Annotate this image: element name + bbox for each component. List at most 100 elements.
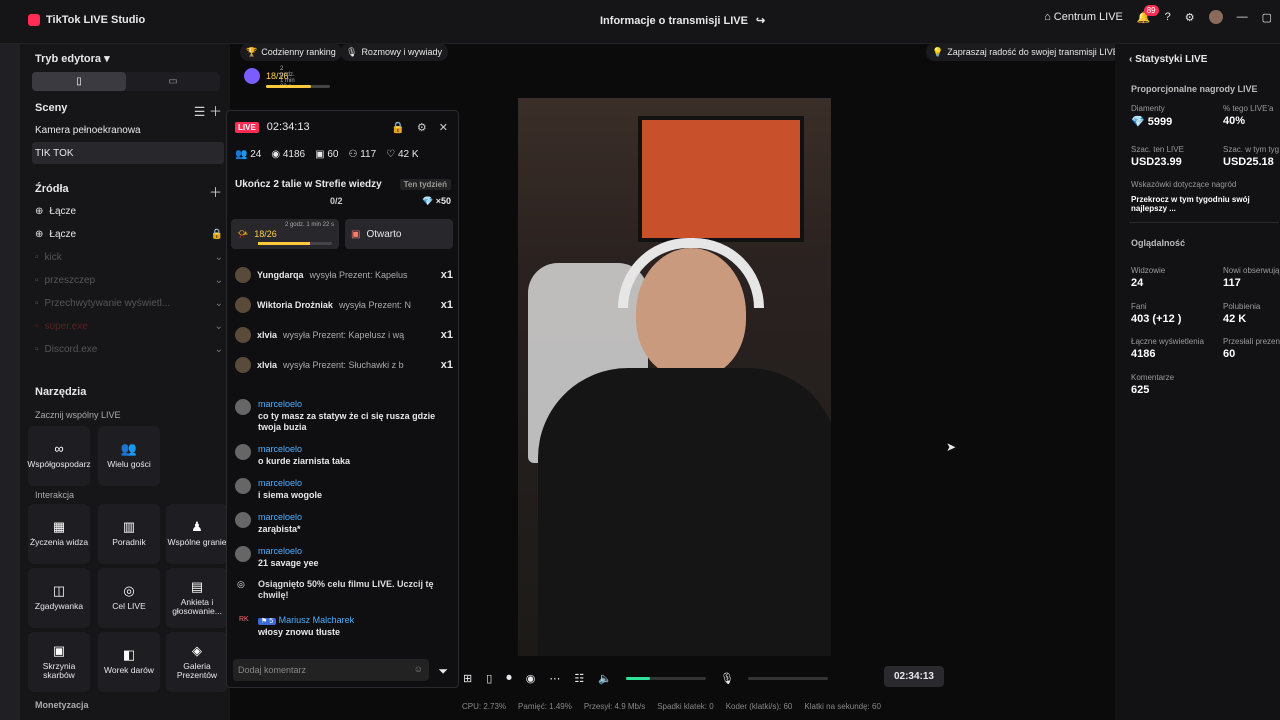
scene-item[interactable]: Kamera pełnoekranowa: [32, 119, 224, 141]
tool-wishes[interactable]: ▦ Życzenia widza: [28, 504, 90, 564]
tool-play[interactable]: ♟ Wspólne granie: [166, 504, 228, 564]
source-item[interactable]: ▫ przeszczep ⌄: [35, 275, 223, 286]
horn-icon: 📯: [237, 228, 249, 239]
phone-icon[interactable]: ▯: [486, 672, 492, 685]
avatar: [235, 297, 251, 313]
close-icon[interactable]: ✕: [439, 121, 448, 134]
mic-icon[interactable]: 🎙: [720, 672, 734, 685]
source-item[interactable]: ▫ Discord.exe ⌄: [35, 344, 223, 355]
maximize-button[interactable]: ▢: [1262, 11, 1272, 24]
stats-title[interactable]: ‹ Statystyki LIVE: [1129, 54, 1207, 65]
multi-guest-button[interactable]: 👥 Wielu gości: [98, 426, 160, 486]
filter-icon[interactable]: ⏷: [438, 664, 448, 679]
top-progress[interactable]: 18/26 2 godz. 1 min 22 s: [244, 66, 330, 90]
landscape-icon[interactable]: ▭: [126, 72, 220, 91]
stream-timer: 02:34:13: [883, 666, 944, 687]
cohost-button[interactable]: ∞ Współgospodarz: [27, 426, 91, 486]
source-item[interactable]: ▫ Przechwytywanie wyświetl... ⌄: [35, 298, 223, 309]
level-badge: ⚑ 5: [258, 618, 277, 625]
tv-screen: [638, 116, 804, 242]
gear-icon[interactable]: ⚙: [1185, 11, 1195, 24]
app-title: TikTok LIVE Studio: [28, 14, 145, 26]
scenes-title: Sceny: [35, 102, 68, 114]
talks-chip[interactable]: 🎙 Rozmowy i wywiady: [340, 43, 448, 61]
share-icon[interactable]: ↪: [756, 14, 765, 27]
source-item[interactable]: ▫ super.exe ⌄: [35, 321, 223, 332]
bell-icon[interactable]: 🔔 89: [1137, 4, 1159, 24]
invite-chip[interactable]: 💡 Zapraszaj radość do swojej transmisji L…: [926, 43, 1125, 61]
chevron-down-icon[interactable]: ⌄: [215, 321, 223, 332]
source-item[interactable]: ⊕ Łącze: [35, 206, 223, 217]
left-sidebar: Tryb edytora ▾ ▯ ▭ Sceny ☰ ＋ Kamera pełno…: [20, 44, 230, 720]
stream-info[interactable]: Informacje o transmisji LIVE ↪: [600, 14, 765, 28]
volume-level: [625, 676, 650, 680]
tiktok-logo-icon: [28, 14, 40, 26]
weekly-goal[interactable]: Ukończ 2 talie w Strefie wiedzy Ten tydz…: [235, 179, 451, 206]
editor-mode[interactable]: Tryb edytora ▾: [35, 52, 110, 65]
emoji-icon[interactable]: ☺: [414, 664, 423, 674]
reward-value: 💎 ×50: [422, 196, 451, 206]
speaker-icon[interactable]: 🔈: [598, 672, 612, 685]
wish-icon: ▦: [52, 519, 66, 535]
live-timer: 02:34:13: [266, 121, 310, 133]
gift-row: xlvia wysyła Prezent: Słuchawki z b x1: [235, 353, 453, 377]
gear-icon[interactable]: ⚙: [417, 121, 427, 134]
screen-icon[interactable]: ⊞: [463, 672, 472, 685]
open-chest-button[interactable]: ▣ Otwarto: [345, 219, 453, 249]
mic-icon: 🎙: [346, 46, 358, 57]
avatar: [235, 357, 251, 373]
tool-gallery[interactable]: ◈ Galeria Prezentów: [166, 632, 228, 692]
portrait-icon[interactable]: ▯: [32, 72, 126, 91]
minimize-button[interactable]: —: [1237, 11, 1248, 23]
globe-icon: ⊕: [35, 229, 44, 240]
centrum-live-button[interactable]: ⌂ Centrum LIVE: [1044, 11, 1123, 23]
record-icon[interactable]: ⏺: [506, 672, 512, 685]
hidden-icon: ▫: [35, 275, 39, 286]
lock-icon[interactable]: 🔒: [391, 121, 405, 134]
bag-icon: ◧: [122, 647, 136, 663]
scene-item[interactable]: TIK TOK: [32, 142, 224, 164]
chevron-down-icon[interactable]: ⌄: [215, 252, 223, 263]
tool-poll[interactable]: ▤ Ankieta i głosowanie...: [166, 568, 228, 628]
volume-slider[interactable]: [625, 676, 706, 680]
live-preview-video: [518, 98, 831, 656]
ranking-chip[interactable]: 🏆 Codzienny ranking: [240, 43, 342, 61]
hidden-icon: ▫: [35, 298, 39, 309]
tools-panel: Narzędzia Zacznij wspólny LIVE ∞ Współgos…: [20, 374, 230, 720]
tool-guess[interactable]: ◫ Zgadywanka: [28, 568, 90, 628]
bulb-icon: 💡: [932, 46, 944, 57]
mic-slider[interactable]: [747, 676, 828, 680]
mixer-icon[interactable]: ☷: [574, 672, 584, 685]
gift-row: Yungdarqa wysyła Prezent: Kapelus x1: [235, 263, 453, 287]
add-source-icon[interactable]: ＋: [209, 182, 222, 201]
stats-panel: ‹ Statystyki LIVE Proporcjonalne nagrody…: [1115, 44, 1280, 720]
camera-icon[interactable]: ◉: [526, 672, 536, 685]
poll-icon: ▤: [190, 578, 204, 594]
source-item[interactable]: ▫ kick ⌄: [35, 252, 223, 263]
tool-bag[interactable]: ◧ Worek darów: [98, 632, 160, 692]
player-controls: ⊞ ▯ ⏺ ◉ ⋯ ☷ 🔈 🎙 02:34:13: [455, 664, 950, 692]
users-icon: 👥: [120, 441, 138, 457]
chevron-down-icon[interactable]: ⌄: [215, 298, 223, 309]
tool-guide[interactable]: ▥ Poradnik: [98, 504, 160, 564]
help-icon[interactable]: ?: [1165, 11, 1171, 23]
more-icon[interactable]: ⋯: [549, 672, 560, 685]
gallery-icon: ◈: [192, 642, 202, 658]
chevron-down-icon[interactable]: ⌄: [215, 275, 223, 286]
avatar: [235, 478, 251, 494]
cursor-icon: ➤: [946, 440, 957, 454]
orientation-toggle[interactable]: ▯ ▭: [32, 72, 220, 91]
comment-input[interactable]: Dodaj komentarz ☺: [233, 659, 429, 681]
add-scene-icon[interactable]: ☰ ＋: [194, 101, 222, 120]
avatar[interactable]: [1208, 10, 1223, 24]
live-stats: 👥 24 ◉ 4186 ▣ 60 ⚇ 117 ♡ 42 K: [235, 149, 419, 160]
lock-icon[interactable]: 🔒: [211, 229, 223, 240]
tool-chest[interactable]: ▣ Skrzynia skarbów: [28, 632, 90, 692]
chevron-down-icon[interactable]: ⌄: [215, 344, 223, 355]
trophy-icon: 🏆: [246, 46, 258, 57]
progress-card[interactable]: 📯 18/26 2 godz. 1 min 22 s: [231, 219, 339, 249]
tool-goal[interactable]: ◎ Cel LIVE: [98, 568, 160, 628]
avatar: [235, 327, 251, 343]
source-item[interactable]: ⊕ Łącze 🔒: [35, 229, 223, 240]
live-chat-panel: LIVE 02:34:13 🔒 ⚙ ✕ 👥 24 ◉ 4186 ▣ 60 ⚇ 117 …: [226, 110, 459, 688]
